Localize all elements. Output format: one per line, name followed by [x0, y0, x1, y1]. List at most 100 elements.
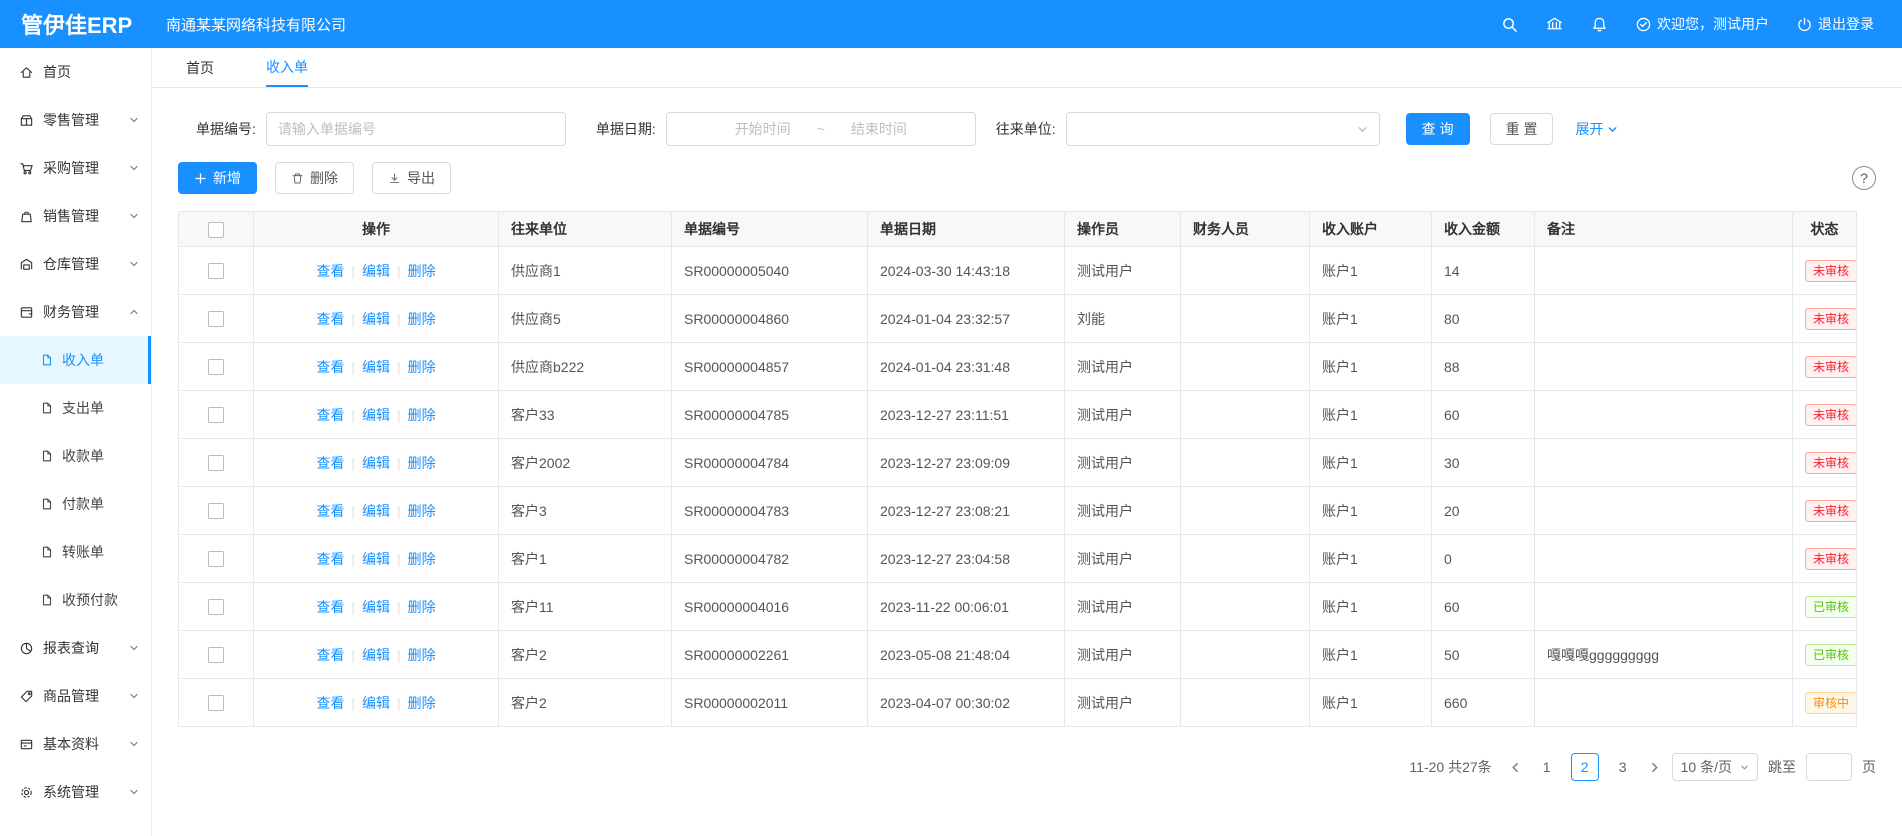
delete-link[interactable]: 删除 [408, 503, 436, 519]
reset-button[interactable]: 重 置 [1490, 113, 1554, 145]
tab-home[interactable]: 首页 [186, 48, 214, 87]
cell-date: 2023-12-27 23:08:21 [868, 487, 1065, 535]
add-button[interactable]: 新增 [178, 162, 257, 194]
cell-partner: 供应商5 [499, 295, 672, 343]
sidebar-item-income-bill[interactable]: 收入单 [0, 336, 151, 384]
cell-finance [1181, 439, 1310, 487]
page-number-2-current[interactable]: 2 [1571, 753, 1599, 781]
sidebar-item-system[interactable]: 系统管理 [0, 768, 151, 816]
edit-link[interactable]: 编辑 [362, 551, 390, 567]
sidebar-item-purchase[interactable]: 采购管理 [0, 144, 151, 192]
delete-link[interactable]: 删除 [408, 551, 436, 567]
bell-icon[interactable] [1591, 16, 1608, 33]
edit-link[interactable]: 编辑 [362, 263, 390, 279]
sidebar-item-finance[interactable]: 财务管理 [0, 288, 151, 336]
delete-link[interactable]: 删除 [408, 455, 436, 471]
view-link[interactable]: 查看 [316, 263, 344, 279]
edit-link[interactable]: 编辑 [362, 359, 390, 375]
cell-amount: 50 [1432, 631, 1535, 679]
cell-finance [1181, 343, 1310, 391]
page-jump-input[interactable] [1806, 753, 1852, 781]
action-bar: 新增 删除 导出 ? [178, 162, 1876, 194]
view-link[interactable]: 查看 [316, 407, 344, 423]
row-checkbox[interactable] [208, 503, 224, 519]
help-icon[interactable]: ? [1852, 166, 1876, 190]
sidebar-item-reports[interactable]: 报表查询 [0, 624, 151, 672]
view-link[interactable]: 查看 [316, 311, 344, 327]
bank-icon[interactable] [1546, 16, 1563, 33]
search-icon[interactable] [1501, 16, 1518, 33]
sidebar-item-payment-bill[interactable]: 付款单 [0, 480, 151, 528]
sidebar-item-basic-data[interactable]: 基本资料 [0, 720, 151, 768]
warehouse-icon [19, 257, 34, 272]
delete-link[interactable]: 删除 [408, 647, 436, 663]
search-button[interactable]: 查 询 [1406, 113, 1470, 145]
row-checkbox[interactable] [208, 551, 224, 567]
view-link[interactable]: 查看 [316, 647, 344, 663]
prev-page-icon[interactable] [1508, 762, 1523, 773]
expand-toggle[interactable]: 展开 [1575, 119, 1618, 139]
sidebar-item-label: 仓库管理 [43, 254, 99, 274]
page-size-value: 10 条/页 [1681, 757, 1732, 777]
view-link[interactable]: 查看 [316, 503, 344, 519]
edit-link[interactable]: 编辑 [362, 647, 390, 663]
sidebar-item-goods[interactable]: 商品管理 [0, 672, 151, 720]
row-checkbox[interactable] [208, 695, 224, 711]
sidebar-item-sales[interactable]: 销售管理 [0, 192, 151, 240]
top-bar: 管伊佳ERP 南通某某网络科技有限公司 欢迎您，测试用户 退出登录 [0, 0, 1902, 48]
sidebar-item-home[interactable]: 首页 [0, 48, 151, 96]
cell-remark [1535, 535, 1793, 583]
delete-link[interactable]: 删除 [408, 695, 436, 711]
view-link[interactable]: 查看 [316, 599, 344, 615]
date-range-picker[interactable]: 开始时间 ~ 结束时间 [666, 112, 976, 146]
row-checkbox[interactable] [208, 599, 224, 615]
delete-link[interactable]: 删除 [408, 599, 436, 615]
row-checkbox[interactable] [208, 647, 224, 663]
cell-date: 2024-03-30 14:43:18 [868, 247, 1065, 295]
row-checkbox[interactable] [208, 359, 224, 375]
logout-button[interactable]: 退出登录 [1797, 14, 1874, 34]
cell-account: 账户1 [1310, 535, 1432, 583]
edit-link[interactable]: 编辑 [362, 455, 390, 471]
delete-link[interactable]: 删除 [408, 407, 436, 423]
sidebar-item-transfer-bill[interactable]: 转账单 [0, 528, 151, 576]
row-checkbox[interactable] [208, 311, 224, 327]
sidebar-item-warehouse[interactable]: 仓库管理 [0, 240, 151, 288]
sidebar-item-expense-bill[interactable]: 支出单 [0, 384, 151, 432]
partner-select[interactable] [1066, 112, 1380, 146]
view-link[interactable]: 查看 [316, 359, 344, 375]
view-link[interactable]: 查看 [316, 695, 344, 711]
bill-no-input[interactable] [266, 112, 566, 146]
doc-icon [40, 593, 54, 607]
row-checkbox[interactable] [208, 455, 224, 471]
edit-link[interactable]: 编辑 [362, 503, 390, 519]
row-checkbox[interactable] [208, 263, 224, 279]
delete-link[interactable]: 删除 [408, 263, 436, 279]
table-header-row: 操作 往来单位 单据编号 单据日期 操作员 财务人员 收入账户 收入金额 备注 … [179, 212, 1857, 247]
delete-link[interactable]: 删除 [408, 359, 436, 375]
tab-income-bill[interactable]: 收入单 [266, 48, 308, 87]
edit-link[interactable]: 编辑 [362, 695, 390, 711]
row-checkbox[interactable] [208, 407, 224, 423]
next-page-icon[interactable] [1647, 762, 1662, 773]
status-badge: 未审核 [1805, 356, 1857, 378]
edit-link[interactable]: 编辑 [362, 407, 390, 423]
export-button[interactable]: 导出 [372, 162, 451, 194]
select-all-checkbox[interactable] [208, 222, 224, 238]
sidebar-item-prepaid-bill[interactable]: 收预付款 [0, 576, 151, 624]
page-size-select[interactable]: 10 条/页 [1672, 753, 1758, 781]
page-number-3[interactable]: 3 [1609, 753, 1637, 781]
view-link[interactable]: 查看 [316, 455, 344, 471]
home-icon [19, 65, 34, 80]
page-number-1[interactable]: 1 [1533, 753, 1561, 781]
view-link[interactable]: 查看 [316, 551, 344, 567]
user-menu[interactable]: 欢迎您，测试用户 [1636, 14, 1769, 34]
cell-bill-no: SR00000004857 [672, 343, 868, 391]
edit-link[interactable]: 编辑 [362, 599, 390, 615]
sidebar-item-receipt-bill[interactable]: 收款单 [0, 432, 151, 480]
cell-finance [1181, 583, 1310, 631]
delete-button[interactable]: 删除 [275, 162, 354, 194]
delete-link[interactable]: 删除 [408, 311, 436, 327]
sidebar-item-retail[interactable]: 零售管理 [0, 96, 151, 144]
edit-link[interactable]: 编辑 [362, 311, 390, 327]
